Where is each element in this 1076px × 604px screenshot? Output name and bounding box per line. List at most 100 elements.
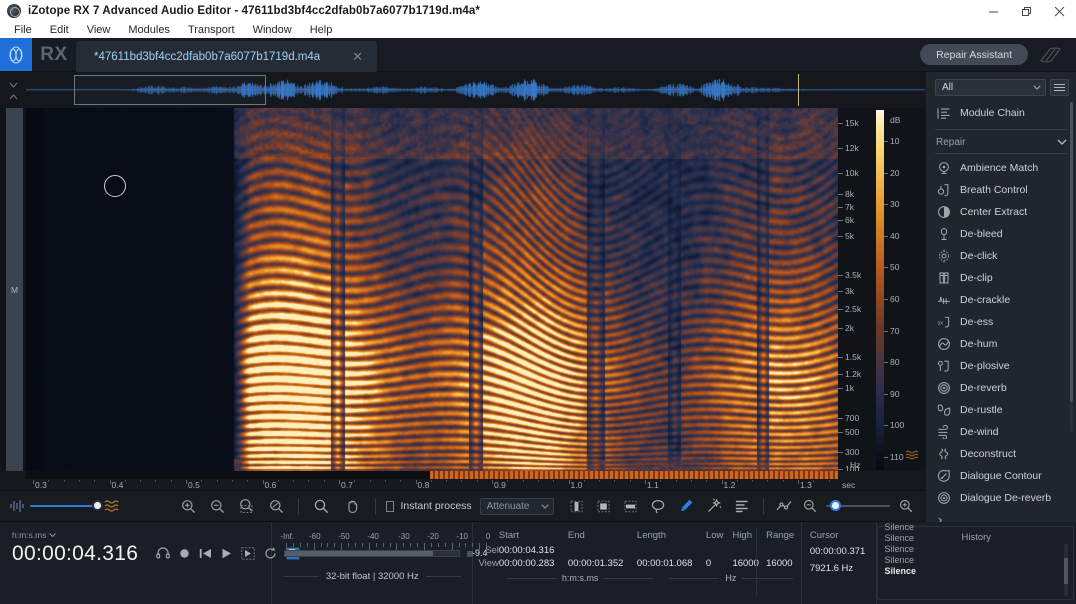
channel-strip-mid[interactable]: M [6,108,23,471]
magnifier-tool-icon[interactable] [314,499,329,514]
menu-modules[interactable]: Modules [119,22,179,38]
module-item-de-plosive[interactable]: De-plosive [926,355,1076,377]
module-item-dialogue-de-reverb[interactable]: Dialogue De-reverb [926,487,1076,509]
history-item[interactable]: Silence [885,555,975,566]
menu-transport[interactable]: Transport [179,22,244,38]
zoom-slider-knob[interactable] [830,500,842,511]
module-item-center-extract[interactable]: Center Extract [926,201,1076,223]
zoom-in-icon[interactable] [899,499,913,513]
hand-tool-icon[interactable] [345,499,360,514]
menu-window[interactable]: Window [244,22,301,38]
file-tab[interactable]: *47611bd3bf4cc2dfab0b7a6077b1719d.m4a ✕ [76,41,378,72]
menu-help[interactable]: Help [301,22,342,38]
play-selection-icon[interactable] [241,546,256,560]
view-end[interactable]: 00:00:01.352 [568,557,637,570]
view-start[interactable]: 00:00:00.283 [499,557,568,570]
module-item-de-hum[interactable]: De-hum [926,333,1076,355]
sel-end[interactable] [568,544,637,557]
zoom-in-icon[interactable] [181,499,196,514]
module-item-de-reverb[interactable]: De-reverb [926,377,1076,399]
deconstruct-icon [936,447,951,462]
time-ruler[interactable]: sec 0.3 0.4 0.5 0.6 0.7 0.8 0.9 1.0 1.1 1.2 1.3 [0,471,925,490]
zoom-out-icon[interactable] [210,499,225,514]
zoom-selection-icon[interactable] [239,498,255,514]
process-mode-select[interactable]: Attenuate [479,497,554,515]
module-group-repair[interactable]: Repair [926,133,1076,151]
module-item-deconstruct[interactable]: Deconstruct [926,443,1076,465]
module-list-scrollbar-thumb[interactable] [1070,102,1073,402]
collapse-handle-icon[interactable] [6,80,20,102]
view-length[interactable]: 00:00:01.068 [637,557,706,570]
overview-playhead[interactable] [798,74,799,106]
spectrogram-view[interactable] [26,108,838,471]
lasso-tool-icon[interactable] [650,499,666,514]
horizontal-zoom-slider[interactable] [826,500,890,512]
sel-length[interactable] [637,544,706,557]
monitor-icon[interactable] [156,547,170,559]
history-item[interactable]: Silence [885,522,975,533]
sel-start[interactable]: 00:00:04.316 [499,544,568,557]
hamburger-icon[interactable] [1050,79,1069,96]
view-high[interactable]: 16000 [732,557,766,570]
view-low[interactable]: 0 [706,557,733,570]
history-item[interactable]: Silence [885,544,975,555]
module-item-de-ess[interactable]: sx De-ess [926,311,1076,333]
magic-wand-icon[interactable] [706,498,722,514]
frequency-selection-icon[interactable] [623,499,638,514]
play-icon[interactable] [221,548,232,559]
module-item-de-clip[interactable]: De-clip [926,267,1076,289]
previous-icon[interactable] [199,548,212,559]
time-frequency-selection-icon[interactable] [596,499,611,514]
overview-selection-rect[interactable] [74,75,266,105]
spectrogram-canvas[interactable] [26,108,838,471]
history-item[interactable]: Silence [885,566,975,577]
module-list-scrollbar[interactable] [1070,102,1073,432]
envelope-tool-icon[interactable] [775,499,793,513]
overview-waveform[interactable] [0,72,925,108]
module-item-dialogue-contour[interactable]: Dialogue Contour [926,465,1076,487]
module-item-de-click[interactable]: De-click [926,245,1076,267]
level-meter: -9.4 [284,548,487,558]
close-icon[interactable]: ✕ [352,50,363,63]
repair-assistant-button[interactable]: Repair Assistant [920,44,1028,65]
history-list[interactable]: Silence Silence Silence Silence Silence [885,522,975,577]
brush-tool-icon[interactable] [678,498,694,514]
time-format-select[interactable]: h:m:s.ms [12,530,271,540]
close-icon[interactable] [1043,0,1076,22]
waveform-spectrogram-blend-slider[interactable] [30,500,104,512]
sel-range[interactable] [766,544,801,557]
history-item[interactable]: Silence [885,533,975,544]
instant-process-checkbox[interactable] [385,500,395,512]
harmonic-selection-icon[interactable] [734,499,750,513]
menu-file[interactable]: File [5,22,41,38]
frequency-ruler[interactable]: Hz 15k 12k 10k 8k 7k 6k 5k 3.5k 3k 2.5k 2k 1.5k 1.2k… [838,108,874,474]
spectrogram-icon[interactable] [103,499,120,513]
module-item-ambience-match[interactable]: Ambience Match [926,157,1076,179]
blend-slider-knob[interactable] [92,500,104,511]
waveform-icon[interactable] [9,499,26,513]
minimize-icon[interactable] [977,0,1010,22]
zoom-fit-icon[interactable] [269,499,284,514]
zoom-out-icon[interactable] [803,499,817,513]
overview-canvas[interactable] [26,72,925,108]
menu-view[interactable]: View [78,22,120,38]
module-item-de-rustle[interactable]: De-rustle [926,399,1076,421]
spectrogram-toggle-icon[interactable] [905,448,919,466]
rx-logo-icon[interactable] [0,38,32,71]
sel-low[interactable] [706,544,733,557]
center-extract-icon [936,205,951,220]
history-scrollbar[interactable] [1064,544,1068,596]
module-item-breath-control[interactable]: Breath Control [926,179,1076,201]
sel-high[interactable] [732,544,766,557]
history-scrollbar-thumb[interactable] [1064,558,1068,584]
view-range[interactable]: 16000 [766,557,801,570]
module-item-de-bleed[interactable]: De-bleed [926,223,1076,245]
menu-edit[interactable]: Edit [41,22,78,38]
module-chain-row[interactable]: Module Chain [926,102,1076,124]
module-filter-select[interactable]: All [935,79,1046,96]
restore-icon[interactable] [1010,0,1043,22]
record-icon[interactable] [179,548,190,559]
module-item-de-wind[interactable]: De-wind [926,421,1076,443]
module-item-de-crackle[interactable]: De-crackle [926,289,1076,311]
time-selection-icon[interactable] [569,499,584,514]
